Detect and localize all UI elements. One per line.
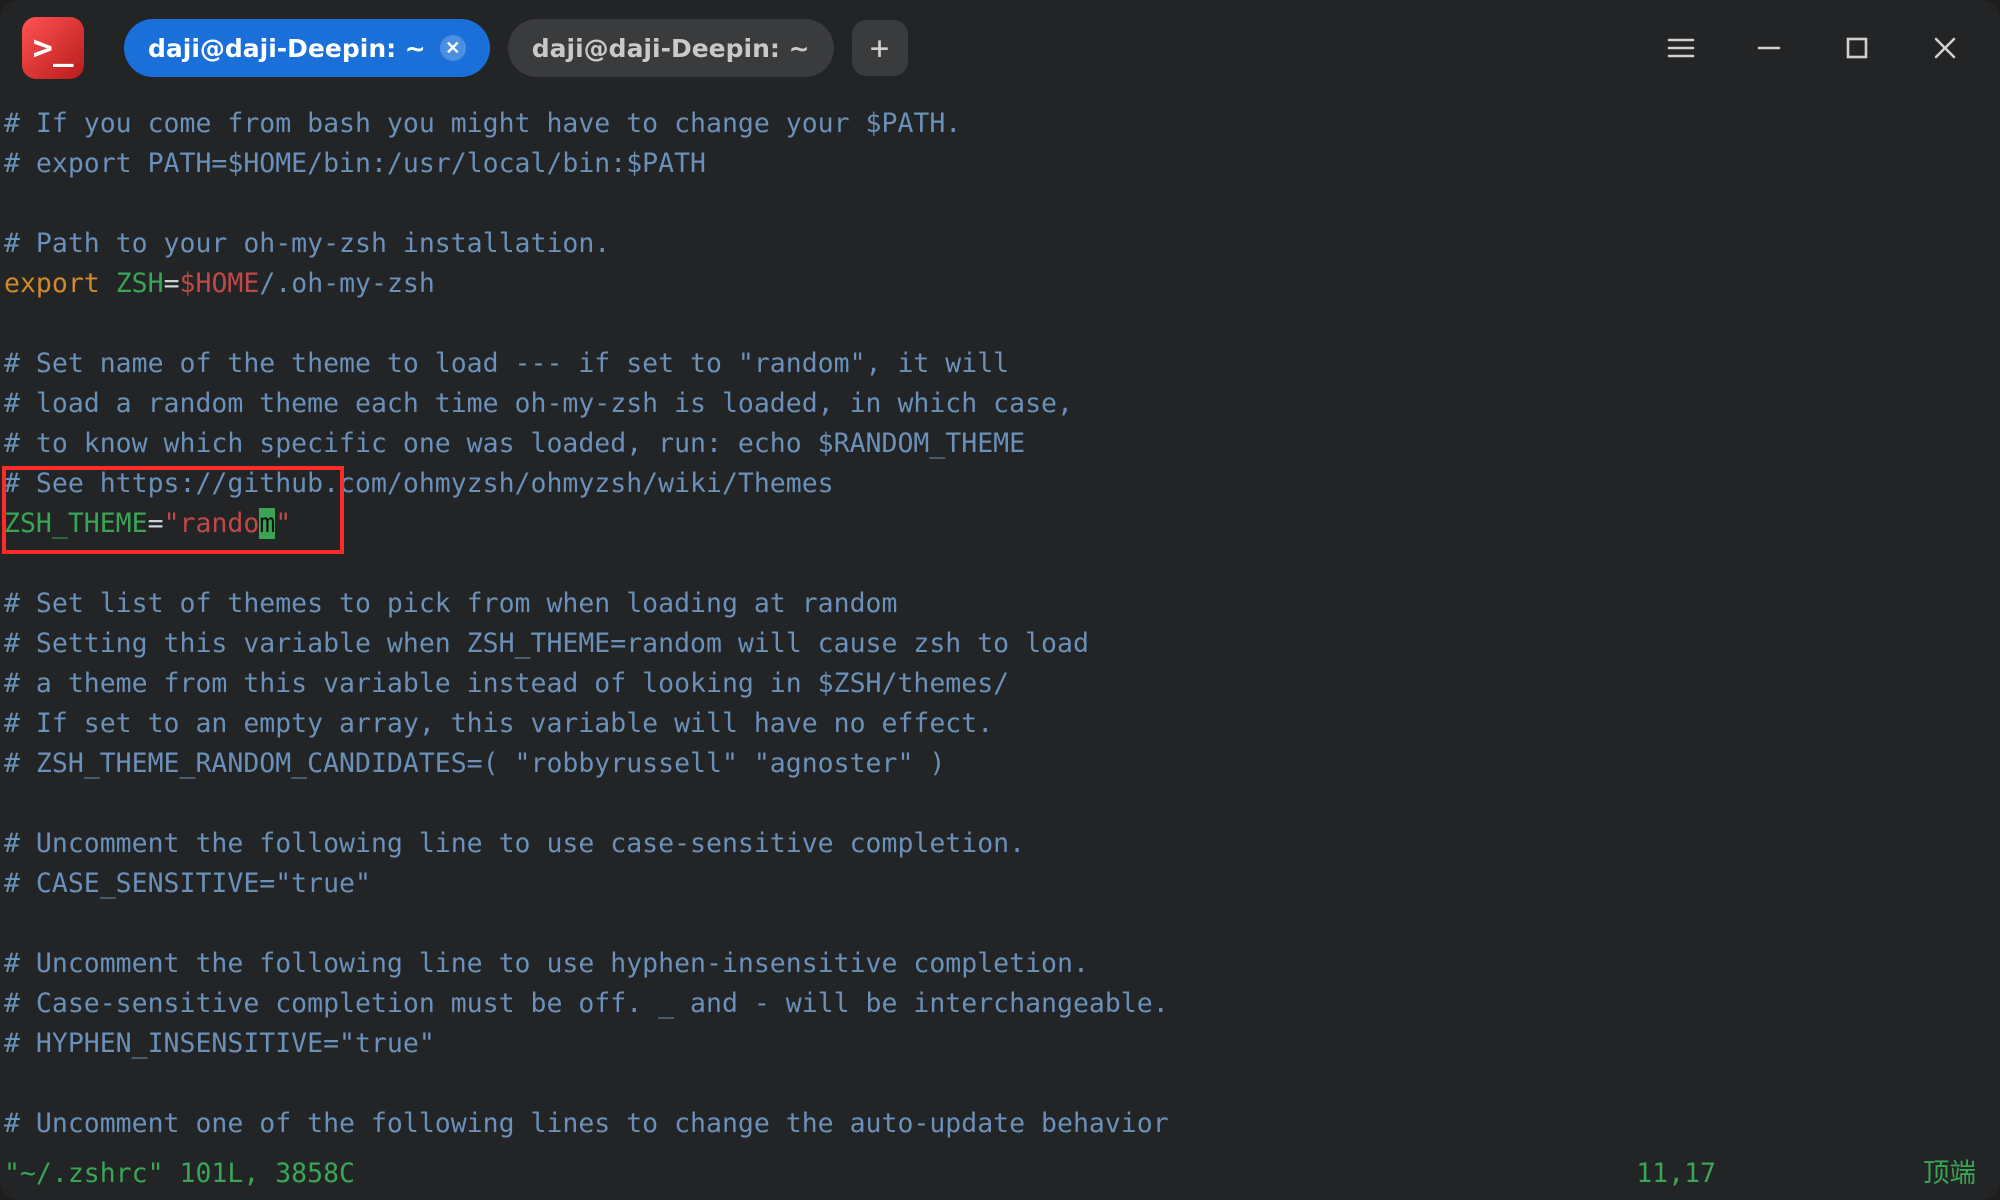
editor-line: # If set to an empty array, this variabl… <box>4 704 1996 744</box>
tab-label: daji@daji-Deepin: ~ <box>148 34 426 63</box>
terminal-viewport[interactable]: # If you come from bash you might have t… <box>0 104 2000 1200</box>
tab-strip: daji@daji-Deepin: ~ ✕ daji@daji-Deepin: … <box>124 19 908 77</box>
editor-line <box>4 1064 1996 1104</box>
terminal-window: >_ daji@daji-Deepin: ~ ✕ daji@daji-Deepi… <box>0 0 2000 1200</box>
vim-status-bar: "~/.zshrc" 101L, 3858C 11,17 顶端 <box>4 1154 1996 1194</box>
maximize-icon[interactable] <box>1838 29 1876 67</box>
editor-line: # Path to your oh-my-zsh installation. <box>4 224 1996 264</box>
editor-line: # HYPHEN_INSENSITIVE="true" <box>4 1024 1996 1064</box>
editor-line: # CASE_SENSITIVE="true" <box>4 864 1996 904</box>
editor-line <box>4 904 1996 944</box>
minimize-icon[interactable] <box>1750 29 1788 67</box>
editor-line: # Setting this variable when ZSH_THEME=r… <box>4 624 1996 664</box>
tab-label: daji@daji-Deepin: ~ <box>532 34 810 63</box>
editor-line <box>4 784 1996 824</box>
hamburger-menu-icon[interactable] <box>1662 29 1700 67</box>
editor-line <box>4 304 1996 344</box>
editor-line: # Case-sensitive completion must be off.… <box>4 984 1996 1024</box>
window-controls <box>1662 29 1978 67</box>
editor-line <box>4 184 1996 224</box>
status-scroll-indicator: 顶端 <box>1923 1154 1976 1194</box>
terminal-app-icon: >_ <box>22 17 84 79</box>
editor-line: ZSH_THEME="random" <box>4 504 1996 544</box>
tab-active[interactable]: daji@daji-Deepin: ~ ✕ <box>124 19 490 77</box>
editor-line: # Uncomment one of the following lines t… <box>4 1104 1996 1144</box>
editor-line: # load a random theme each time oh-my-zs… <box>4 384 1996 424</box>
close-tab-icon[interactable]: ✕ <box>440 35 466 61</box>
editor-line: # Set name of the theme to load --- if s… <box>4 344 1996 384</box>
status-file-info: "~/.zshrc" 101L, 3858C <box>4 1154 355 1194</box>
editor-line: export ZSH=$HOME/.oh-my-zsh <box>4 264 1996 304</box>
editor-line: # to know which specific one was loaded,… <box>4 424 1996 464</box>
new-tab-button[interactable]: + <box>852 20 908 76</box>
close-window-icon[interactable] <box>1926 29 1964 67</box>
editor-line <box>4 544 1996 584</box>
editor-line: # a theme from this variable instead of … <box>4 664 1996 704</box>
editor-line: # Uncomment the following line to use hy… <box>4 944 1996 984</box>
editor-line: # export PATH=$HOME/bin:/usr/local/bin:$… <box>4 144 1996 184</box>
titlebar: >_ daji@daji-Deepin: ~ ✕ daji@daji-Deepi… <box>0 0 2000 96</box>
text-cursor: m <box>259 508 275 539</box>
editor-line: # If you come from bash you might have t… <box>4 104 1996 144</box>
editor-line: # Set list of themes to pick from when l… <box>4 584 1996 624</box>
tab-inactive[interactable]: daji@daji-Deepin: ~ <box>508 19 834 77</box>
editor-line: # ZSH_THEME_RANDOM_CANDIDATES=( "robbyru… <box>4 744 1996 784</box>
editor-line: # See https://github.com/ohmyzsh/ohmyzsh… <box>4 464 1996 504</box>
status-cursor-position: 11,17 <box>1636 1154 1716 1194</box>
editor-line: # Uncomment the following line to use ca… <box>4 824 1996 864</box>
